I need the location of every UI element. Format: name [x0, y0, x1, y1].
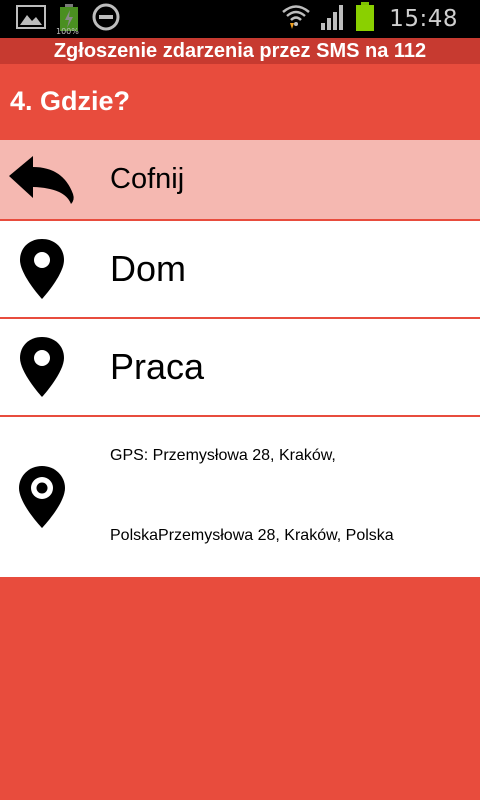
location-list: Cofnij Dom Praca GPS: Przemysłowa 28, Kr…: [0, 140, 480, 577]
do-not-disturb-icon: [92, 3, 120, 35]
status-bar: 100% 15:48: [0, 0, 480, 38]
back-arrow-icon: [0, 140, 84, 219]
gps-pin-icon: [0, 417, 84, 577]
app-title-bar: Zgłoszenie zdarzenia przez SMS na 112: [0, 38, 480, 64]
section-header: 4. Gdzie?: [0, 64, 480, 140]
back-label: Cofnij: [110, 163, 185, 195]
battery-percent-label: 100%: [56, 27, 79, 36]
list-item-praca[interactable]: Praca: [0, 319, 480, 417]
status-time: 15:48: [389, 6, 458, 32]
gps-address-line1: GPS: Przemysłowa 28, Kraków,: [110, 447, 336, 464]
battery-icon: 100%: [56, 4, 80, 36]
battery-icon: [355, 2, 375, 36]
wifi-icon: [281, 3, 311, 35]
section-title: 4. Gdzie?: [10, 86, 131, 116]
map-pin-icon: [0, 319, 84, 415]
list-item-gps[interactable]: GPS: Przemysłowa 28, Kraków, PolskaPrzem…: [0, 417, 480, 577]
back-row[interactable]: Cofnij: [0, 140, 480, 221]
status-bar-right: 15:48: [281, 2, 458, 36]
signal-icon: [319, 3, 347, 35]
list-item-label: Dom: [110, 248, 187, 289]
gps-address-line2: PolskaPrzemysłowa 28, Kraków, Polska: [110, 527, 394, 544]
image-icon: [16, 5, 46, 33]
map-pin-icon: [0, 221, 84, 317]
app-title: Zgłoszenie zdarzenia przez SMS na 112: [53, 40, 427, 62]
status-bar-left: 100%: [16, 3, 120, 36]
empty-area: [0, 578, 480, 800]
list-item-dom[interactable]: Dom: [0, 221, 480, 319]
list-item-label: Praca: [110, 346, 205, 387]
